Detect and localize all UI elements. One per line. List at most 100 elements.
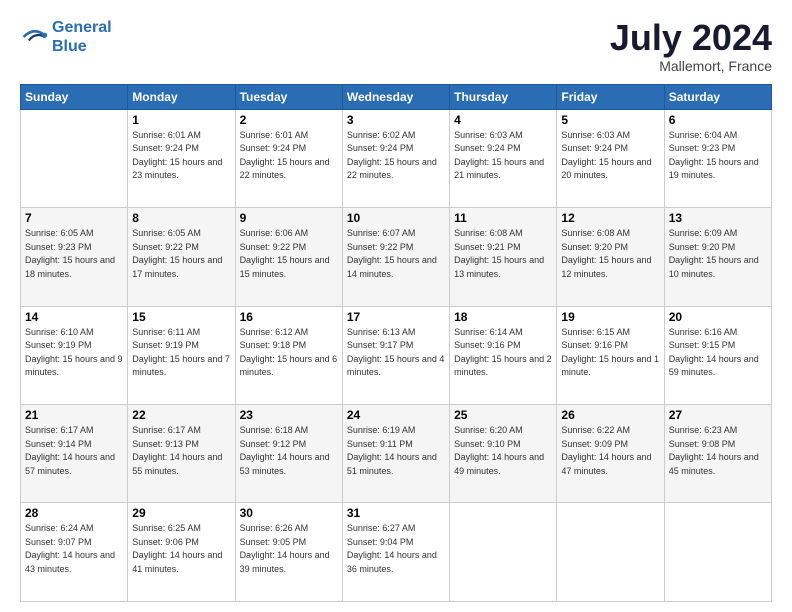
table-row: 2 Sunrise: 6:01 AMSunset: 9:24 PMDayligh…	[235, 109, 342, 207]
day-number: 17	[347, 310, 445, 324]
logo-icon	[20, 23, 48, 51]
table-row: 15 Sunrise: 6:11 AMSunset: 9:19 PMDaylig…	[128, 306, 235, 404]
day-number: 2	[240, 113, 338, 127]
day-number: 31	[347, 506, 445, 520]
day-detail: Sunrise: 6:19 AMSunset: 9:11 PMDaylight:…	[347, 424, 445, 478]
table-row	[21, 109, 128, 207]
day-number: 23	[240, 408, 338, 422]
day-detail: Sunrise: 6:07 AMSunset: 9:22 PMDaylight:…	[347, 227, 445, 281]
table-row: 21 Sunrise: 6:17 AMSunset: 9:14 PMDaylig…	[21, 405, 128, 503]
day-number: 3	[347, 113, 445, 127]
header-wednesday: Wednesday	[342, 84, 449, 109]
calendar-week-row: 7 Sunrise: 6:05 AMSunset: 9:23 PMDayligh…	[21, 208, 772, 306]
day-number: 26	[561, 408, 659, 422]
day-detail: Sunrise: 6:10 AMSunset: 9:19 PMDaylight:…	[25, 326, 123, 380]
day-number: 21	[25, 408, 123, 422]
day-detail: Sunrise: 6:18 AMSunset: 9:12 PMDaylight:…	[240, 424, 338, 478]
day-detail: Sunrise: 6:17 AMSunset: 9:14 PMDaylight:…	[25, 424, 123, 478]
day-detail: Sunrise: 6:17 AMSunset: 9:13 PMDaylight:…	[132, 424, 230, 478]
table-row: 14 Sunrise: 6:10 AMSunset: 9:19 PMDaylig…	[21, 306, 128, 404]
day-number: 30	[240, 506, 338, 520]
header-tuesday: Tuesday	[235, 84, 342, 109]
table-row: 29 Sunrise: 6:25 AMSunset: 9:06 PMDaylig…	[128, 503, 235, 602]
day-number: 15	[132, 310, 230, 324]
day-number: 18	[454, 310, 552, 324]
day-detail: Sunrise: 6:03 AMSunset: 9:24 PMDaylight:…	[561, 129, 659, 183]
header-sunday: Sunday	[21, 84, 128, 109]
calendar-week-row: 21 Sunrise: 6:17 AMSunset: 9:14 PMDaylig…	[21, 405, 772, 503]
table-row: 25 Sunrise: 6:20 AMSunset: 9:10 PMDaylig…	[450, 405, 557, 503]
calendar-header-row: Sunday Monday Tuesday Wednesday Thursday…	[21, 84, 772, 109]
table-row: 28 Sunrise: 6:24 AMSunset: 9:07 PMDaylig…	[21, 503, 128, 602]
table-row: 16 Sunrise: 6:12 AMSunset: 9:18 PMDaylig…	[235, 306, 342, 404]
day-detail: Sunrise: 6:01 AMSunset: 9:24 PMDaylight:…	[132, 129, 230, 183]
table-row: 20 Sunrise: 6:16 AMSunset: 9:15 PMDaylig…	[664, 306, 771, 404]
day-detail: Sunrise: 6:16 AMSunset: 9:15 PMDaylight:…	[669, 326, 767, 380]
day-detail: Sunrise: 6:25 AMSunset: 9:06 PMDaylight:…	[132, 522, 230, 576]
table-row: 24 Sunrise: 6:19 AMSunset: 9:11 PMDaylig…	[342, 405, 449, 503]
day-number: 20	[669, 310, 767, 324]
table-row: 31 Sunrise: 6:27 AMSunset: 9:04 PMDaylig…	[342, 503, 449, 602]
table-row: 26 Sunrise: 6:22 AMSunset: 9:09 PMDaylig…	[557, 405, 664, 503]
day-number: 9	[240, 211, 338, 225]
day-number: 6	[669, 113, 767, 127]
day-detail: Sunrise: 6:06 AMSunset: 9:22 PMDaylight:…	[240, 227, 338, 281]
day-detail: Sunrise: 6:13 AMSunset: 9:17 PMDaylight:…	[347, 326, 445, 380]
day-number: 4	[454, 113, 552, 127]
calendar-week-row: 28 Sunrise: 6:24 AMSunset: 9:07 PMDaylig…	[21, 503, 772, 602]
table-row: 23 Sunrise: 6:18 AMSunset: 9:12 PMDaylig…	[235, 405, 342, 503]
logo: General Blue	[20, 18, 112, 56]
day-detail: Sunrise: 6:15 AMSunset: 9:16 PMDaylight:…	[561, 326, 659, 380]
table-row: 8 Sunrise: 6:05 AMSunset: 9:22 PMDayligh…	[128, 208, 235, 306]
day-number: 27	[669, 408, 767, 422]
day-detail: Sunrise: 6:23 AMSunset: 9:08 PMDaylight:…	[669, 424, 767, 478]
day-detail: Sunrise: 6:11 AMSunset: 9:19 PMDaylight:…	[132, 326, 230, 380]
table-row	[664, 503, 771, 602]
day-detail: Sunrise: 6:03 AMSunset: 9:24 PMDaylight:…	[454, 129, 552, 183]
day-number: 7	[25, 211, 123, 225]
calendar-table: Sunday Monday Tuesday Wednesday Thursday…	[20, 84, 772, 602]
day-number: 12	[561, 211, 659, 225]
day-detail: Sunrise: 6:22 AMSunset: 9:09 PMDaylight:…	[561, 424, 659, 478]
calendar-week-row: 14 Sunrise: 6:10 AMSunset: 9:19 PMDaylig…	[21, 306, 772, 404]
day-detail: Sunrise: 6:02 AMSunset: 9:24 PMDaylight:…	[347, 129, 445, 183]
table-row: 22 Sunrise: 6:17 AMSunset: 9:13 PMDaylig…	[128, 405, 235, 503]
table-row: 3 Sunrise: 6:02 AMSunset: 9:24 PMDayligh…	[342, 109, 449, 207]
month-title: July 2024	[610, 18, 772, 58]
day-detail: Sunrise: 6:05 AMSunset: 9:23 PMDaylight:…	[25, 227, 123, 281]
day-number: 8	[132, 211, 230, 225]
day-number: 29	[132, 506, 230, 520]
location: Mallemort, France	[610, 58, 772, 74]
logo-text: General Blue	[52, 18, 112, 56]
table-row	[450, 503, 557, 602]
day-number: 14	[25, 310, 123, 324]
page: General Blue July 2024 Mallemort, France…	[0, 0, 792, 612]
table-row: 30 Sunrise: 6:26 AMSunset: 9:05 PMDaylig…	[235, 503, 342, 602]
day-detail: Sunrise: 6:05 AMSunset: 9:22 PMDaylight:…	[132, 227, 230, 281]
day-detail: Sunrise: 6:12 AMSunset: 9:18 PMDaylight:…	[240, 326, 338, 380]
logo-general: General	[52, 19, 112, 36]
day-number: 13	[669, 211, 767, 225]
header-saturday: Saturday	[664, 84, 771, 109]
day-detail: Sunrise: 6:26 AMSunset: 9:05 PMDaylight:…	[240, 522, 338, 576]
table-row: 12 Sunrise: 6:08 AMSunset: 9:20 PMDaylig…	[557, 208, 664, 306]
day-number: 22	[132, 408, 230, 422]
header: General Blue July 2024 Mallemort, France	[20, 18, 772, 74]
day-number: 5	[561, 113, 659, 127]
table-row: 1 Sunrise: 6:01 AMSunset: 9:24 PMDayligh…	[128, 109, 235, 207]
header-monday: Monday	[128, 84, 235, 109]
table-row	[557, 503, 664, 602]
day-number: 25	[454, 408, 552, 422]
day-detail: Sunrise: 6:27 AMSunset: 9:04 PMDaylight:…	[347, 522, 445, 576]
table-row: 10 Sunrise: 6:07 AMSunset: 9:22 PMDaylig…	[342, 208, 449, 306]
calendar-week-row: 1 Sunrise: 6:01 AMSunset: 9:24 PMDayligh…	[21, 109, 772, 207]
day-number: 28	[25, 506, 123, 520]
day-number: 10	[347, 211, 445, 225]
day-detail: Sunrise: 6:08 AMSunset: 9:21 PMDaylight:…	[454, 227, 552, 281]
table-row: 5 Sunrise: 6:03 AMSunset: 9:24 PMDayligh…	[557, 109, 664, 207]
table-row: 11 Sunrise: 6:08 AMSunset: 9:21 PMDaylig…	[450, 208, 557, 306]
table-row: 4 Sunrise: 6:03 AMSunset: 9:24 PMDayligh…	[450, 109, 557, 207]
table-row: 17 Sunrise: 6:13 AMSunset: 9:17 PMDaylig…	[342, 306, 449, 404]
table-row: 19 Sunrise: 6:15 AMSunset: 9:16 PMDaylig…	[557, 306, 664, 404]
day-detail: Sunrise: 6:01 AMSunset: 9:24 PMDaylight:…	[240, 129, 338, 183]
